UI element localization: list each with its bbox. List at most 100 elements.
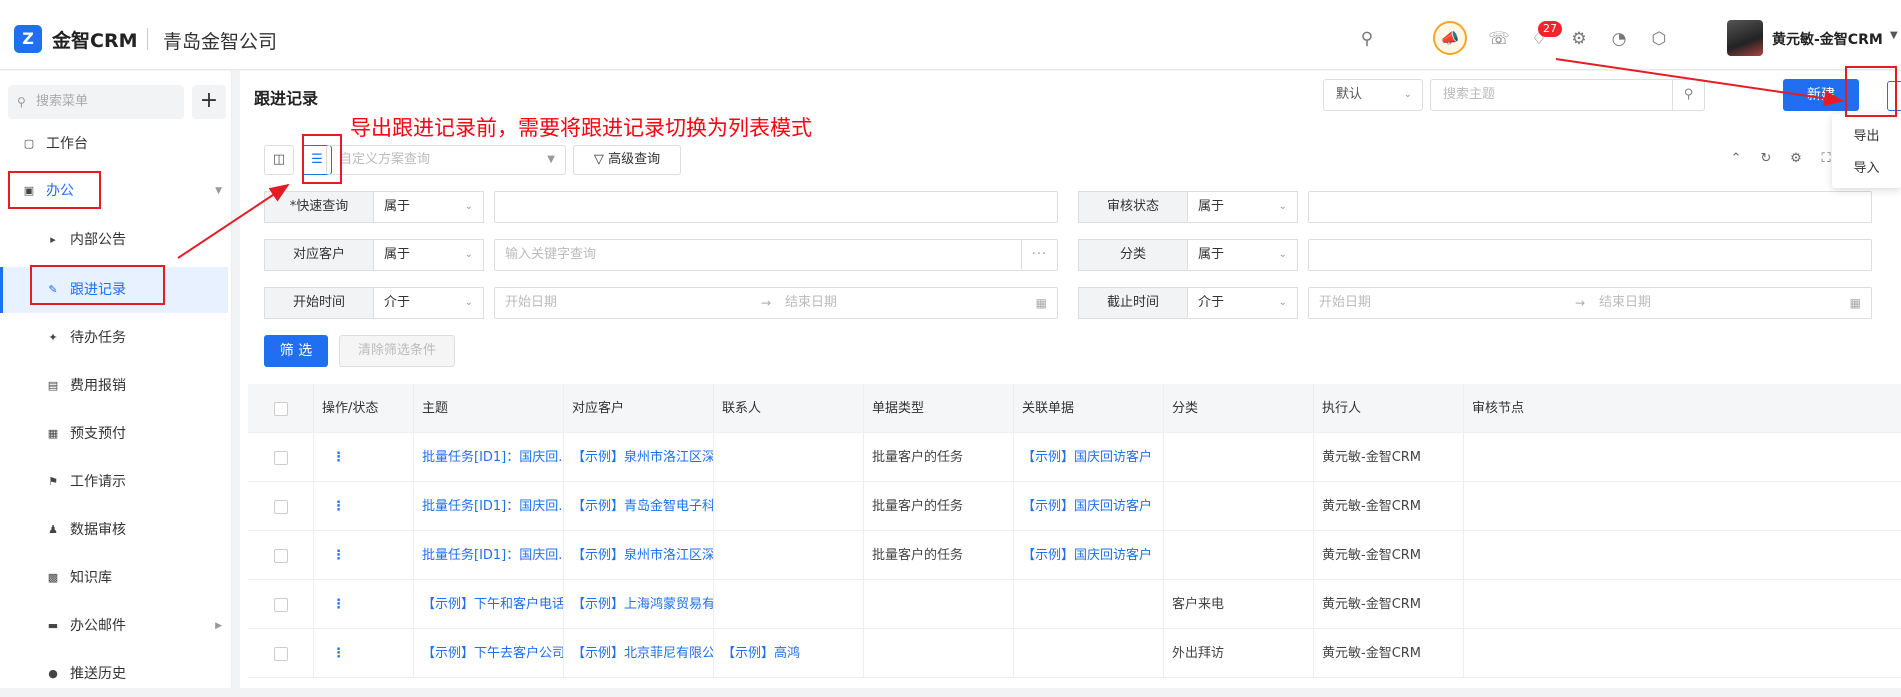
row-checkbox[interactable]	[273, 646, 288, 661]
annotation-box-more-menu	[1845, 66, 1897, 117]
refresh-icon[interactable]: ↻	[1758, 151, 1774, 166]
sidebar-item-audit[interactable]: ♟ 数据审核	[0, 507, 228, 553]
end-time-range[interactable]: 开始日期 → 结束日期 ▦	[1308, 287, 1872, 319]
row-checkbox[interactable]	[273, 597, 288, 612]
book-icon: ▩	[47, 571, 59, 584]
row-checkbox[interactable]	[273, 548, 288, 563]
column-header[interactable]: 审核节点	[1464, 384, 1764, 433]
column-header[interactable]: 关联单据	[1014, 384, 1164, 433]
annotation-box-office	[8, 171, 101, 209]
column-header[interactable]: 主题	[414, 384, 564, 433]
customer-link[interactable]: 【示例】泉州市洛江区深...	[564, 433, 714, 482]
customer-link[interactable]: 【示例】青岛金智电子科...	[564, 482, 714, 531]
advanced-query-button[interactable]: ▽ 高级查询	[573, 145, 681, 175]
category-input[interactable]	[1308, 239, 1872, 271]
related-doc-link[interactable]	[1014, 580, 1164, 629]
row-actions-icon[interactable]: ⋮	[314, 629, 414, 678]
row-actions-icon[interactable]: ⋮	[314, 482, 414, 531]
quick-query-input[interactable]	[494, 191, 1058, 223]
clear-filters-button[interactable]: 清除筛选条件	[339, 335, 455, 367]
clock-icon: ●	[48, 667, 58, 680]
search-icon[interactable]: ⚲	[1356, 28, 1378, 50]
sidebar-item-expense[interactable]: ▤ 费用报销	[0, 363, 228, 409]
add-menu-button[interactable]: +	[192, 85, 226, 119]
user-check-icon: ♟	[48, 523, 58, 536]
related-doc-link[interactable]: 【示例】国庆回访客户	[1014, 482, 1164, 531]
cube-icon[interactable]: ⬡	[1648, 28, 1670, 50]
filter-button[interactable]: 筛 选	[264, 335, 328, 367]
row-actions-icon[interactable]: ⋮	[314, 433, 414, 482]
card-view-icon[interactable]: ◫	[264, 145, 294, 175]
column-header[interactable]: 联系人	[714, 384, 864, 433]
search-icon[interactable]: ⚲	[1672, 80, 1704, 110]
select-all-checkbox[interactable]	[273, 401, 288, 416]
announcement-horn-icon[interactable]: 📣	[1433, 21, 1467, 55]
table-row[interactable]: ⋮ 批量任务[ID1]：国庆回... 【示例】泉州市洛江区深... 批量客户的任…	[248, 433, 1901, 482]
chevron-down-icon[interactable]: ▼	[1890, 30, 1898, 41]
sidebar-item-workbench[interactable]: ▢ 工作台	[0, 121, 228, 167]
category-operator[interactable]: 属于 ⌄	[1188, 239, 1298, 271]
table-row[interactable]: ⋮ 【示例】下午去客户公司... 【示例】北京菲尼有限公... 【示例】高鸿 外…	[248, 629, 1901, 678]
sidebar-item-mail[interactable]: ▬ 办公邮件 ▶	[0, 603, 228, 649]
customer-link[interactable]: 【示例】北京菲尼有限公...	[564, 629, 714, 678]
column-header[interactable]: 对应客户	[564, 384, 714, 433]
customer-input[interactable]: 输入关键字查询 ···	[494, 239, 1058, 271]
custom-plan-select[interactable]: 自定义方案查询 ▼	[326, 145, 566, 175]
column-header[interactable]: 操作/状态	[314, 384, 414, 433]
sidebar-item-todo[interactable]: ✦ 待办任务	[0, 315, 228, 361]
column-header[interactable]: 分类	[1164, 384, 1314, 433]
customer-link[interactable]: 【示例】泉州市洛江区深...	[564, 531, 714, 580]
topic-search-input[interactable]: 搜索主题 ⚲	[1430, 79, 1705, 111]
row-actions-icon[interactable]: ⋮	[314, 531, 414, 580]
gear-icon[interactable]: ⚙	[1568, 28, 1590, 50]
column-header[interactable]: 执行人	[1314, 384, 1464, 433]
contacts-icon[interactable]: ☏	[1488, 28, 1510, 50]
contact-link[interactable]: 【示例】高鸿	[714, 629, 864, 678]
end-time-operator[interactable]: 介于 ⌄	[1188, 287, 1298, 319]
topic-link[interactable]: 【示例】下午和客户电话...	[414, 580, 564, 629]
table-row[interactable]: ⋮ 【示例】下午和客户电话... 【示例】上海鸿蒙贸易有... 客户来电 黄元敏…	[248, 580, 1901, 629]
chevron-down-icon: ⌄	[464, 201, 473, 212]
topic-link[interactable]: 批量任务[ID1]：国庆回...	[414, 433, 564, 482]
related-doc-link[interactable]: 【示例】国庆回访客户	[1014, 433, 1164, 482]
sidebar-item-prepay[interactable]: ▦ 预支预付	[0, 411, 228, 457]
sidebar-item-announcements[interactable]: ▸ 内部公告	[0, 217, 228, 263]
operator-value: 介于	[384, 295, 411, 310]
row-checkbox[interactable]	[273, 499, 288, 514]
audit-status-operator[interactable]: 属于 ⌄	[1188, 191, 1298, 223]
related-doc-link[interactable]: 【示例】国庆回访客户	[1014, 531, 1164, 580]
import-menu-item[interactable]: 导入	[1832, 154, 1901, 184]
arrow-right-icon: →	[761, 296, 772, 310]
contact-link[interactable]	[714, 433, 864, 482]
related-doc-link[interactable]	[1014, 629, 1164, 678]
customer-operator[interactable]: 属于 ⌄	[374, 239, 484, 271]
row-actions-icon[interactable]: ⋮	[314, 580, 414, 629]
avatar[interactable]	[1727, 20, 1763, 56]
quick-query-operator[interactable]: 属于 ⌄	[374, 191, 484, 223]
contact-link[interactable]	[714, 531, 864, 580]
contact-link[interactable]	[714, 580, 864, 629]
topic-link[interactable]: 批量任务[ID1]：国庆回...	[414, 482, 564, 531]
sidebar-item-knowledge[interactable]: ▩ 知识库	[0, 555, 228, 601]
contact-link[interactable]	[714, 482, 864, 531]
export-menu-item[interactable]: 导出	[1832, 122, 1901, 152]
settings-icon[interactable]: ⚙	[1788, 151, 1804, 166]
start-time-range[interactable]: 开始日期 → 结束日期 ▦	[494, 287, 1058, 319]
sidebar-item-request[interactable]: ⚑ 工作请示	[0, 459, 228, 505]
topic-link[interactable]: 【示例】下午去客户公司...	[414, 629, 564, 678]
customer-link[interactable]: 【示例】上海鸿蒙贸易有...	[564, 580, 714, 629]
topic-link[interactable]: 批量任务[ID1]：国庆回...	[414, 531, 564, 580]
pie-chart-icon[interactable]: ◔	[1608, 28, 1630, 50]
more-dots-icon[interactable]: ···	[1021, 240, 1057, 270]
start-time-operator[interactable]: 介于 ⌄	[374, 287, 484, 319]
sidebar-item-push-history[interactable]: ● 推送历史	[0, 651, 228, 697]
table-row[interactable]: ⋮ 批量任务[ID1]：国庆回... 【示例】泉州市洛江区深... 批量客户的任…	[248, 531, 1901, 580]
user-name[interactable]: 黄元敏-金智CRM	[1772, 29, 1883, 49]
menu-search-input[interactable]: ⚲ 搜索菜单	[8, 85, 184, 119]
view-select[interactable]: 默认 ⌄	[1323, 79, 1423, 111]
audit-status-input[interactable]	[1308, 191, 1872, 223]
row-checkbox[interactable]	[273, 450, 288, 465]
column-header[interactable]: 单据类型	[864, 384, 1014, 433]
collapse-icon[interactable]: ⌃	[1728, 151, 1744, 166]
table-row[interactable]: ⋮ 批量任务[ID1]：国庆回... 【示例】青岛金智电子科... 批量客户的任…	[248, 482, 1901, 531]
